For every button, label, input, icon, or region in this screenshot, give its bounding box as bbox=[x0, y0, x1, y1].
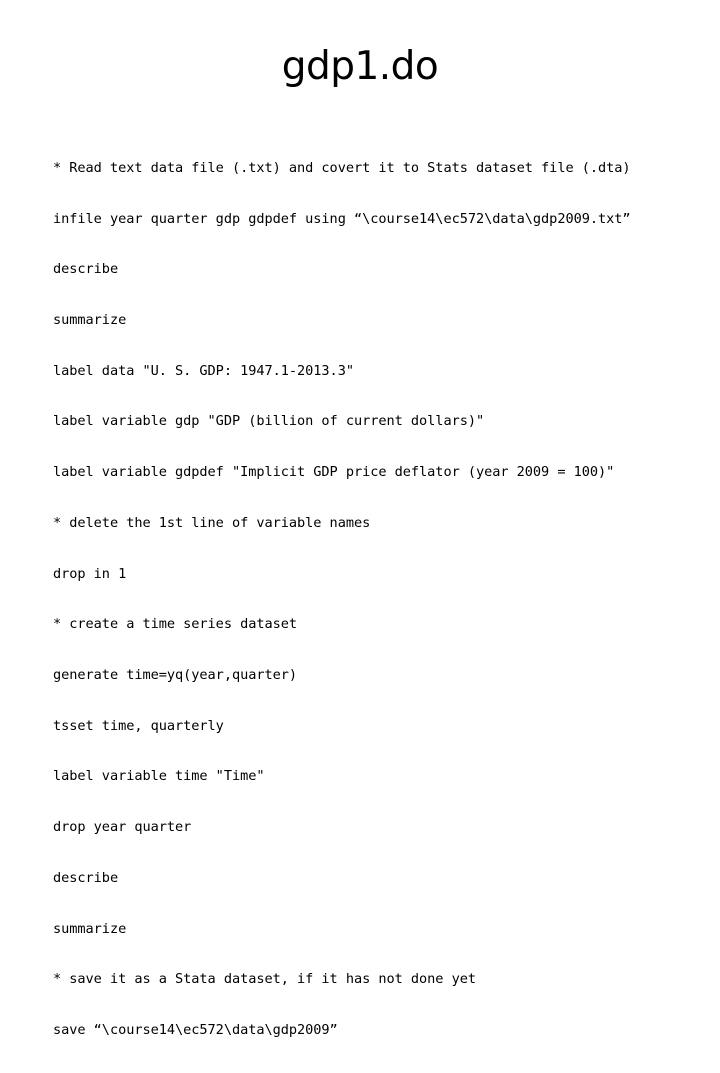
code-line: label variable gdp "GDP (billion of curr… bbox=[53, 413, 485, 430]
code-line: drop in 1 bbox=[53, 565, 127, 582]
code-listing: * Read text data file (.txt) and covert … bbox=[53, 126, 693, 1073]
code-line: save “\course14\ec572\data\gdp2009” bbox=[53, 1022, 338, 1039]
code-line: summarize bbox=[53, 920, 127, 937]
code-line: label variable gdpdef "Implicit GDP pric… bbox=[53, 464, 615, 481]
code-line: * Read text data file (.txt) and covert … bbox=[53, 159, 631, 176]
code-line: drop year quarter bbox=[53, 819, 192, 836]
code-line: generate time=yq(year,quarter) bbox=[53, 667, 298, 683]
code-line: label variable time "Time" bbox=[53, 768, 265, 785]
code-line: label data "U. S. GDP: 1947.1-2013.3" bbox=[53, 362, 354, 379]
code-line: * delete the 1st line of variable names bbox=[53, 514, 371, 531]
code-line: describe bbox=[53, 261, 119, 278]
code-line: describe bbox=[53, 869, 119, 886]
code-line: * create a time series dataset bbox=[53, 616, 298, 633]
code-line: tsset time, quarterly bbox=[53, 717, 224, 734]
slide-canvas: gdp1.do * Read text data file (.txt) and… bbox=[0, 0, 720, 1038]
page-title: gdp1.do bbox=[281, 44, 439, 89]
code-line: * save it as a Stata dataset, if it has … bbox=[53, 971, 476, 988]
code-line: infile year quarter gdp gdpdef using “\c… bbox=[53, 210, 631, 227]
code-line: summarize bbox=[53, 311, 127, 328]
